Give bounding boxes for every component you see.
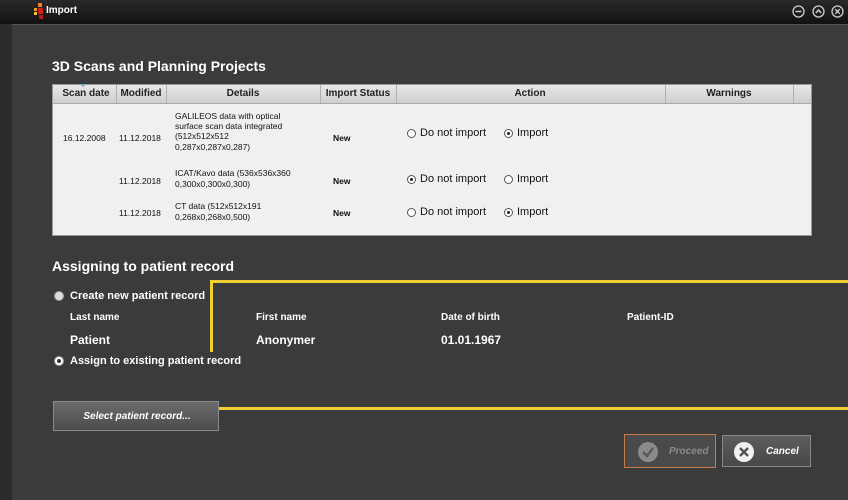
patient-header-last-name: Last name xyxy=(70,312,120,323)
cell-import-status: New xyxy=(333,208,351,218)
radio-import[interactable] xyxy=(504,208,513,217)
window-title: Import xyxy=(46,5,78,16)
radio-label-do-not-import: Do not import xyxy=(420,173,487,185)
callout-line xyxy=(211,280,848,283)
cell-details-line: (512x512x512 xyxy=(175,131,229,141)
radio-label-import: Import xyxy=(517,173,549,185)
radio-do-not-import[interactable] xyxy=(407,208,416,217)
select-patient-record-label: Select patient record... xyxy=(83,411,191,422)
cell-modified: 11.12.2018 xyxy=(119,208,161,218)
cell-modified: 11.12.2018 xyxy=(119,133,161,143)
cell-details-line: 0,268x0,268x0,500) xyxy=(175,212,251,222)
column-header-warnings[interactable]: Warnings xyxy=(666,88,792,99)
cell-details-line: GALILEOS data with optical xyxy=(175,111,281,121)
column-header-details[interactable]: Details xyxy=(167,88,319,99)
radio-create-new-patient[interactable] xyxy=(54,291,64,301)
patient-header-id: Patient-ID xyxy=(627,312,674,323)
patient-first-name: Anonymer xyxy=(256,333,316,347)
scans-table: Scan date Modified Details Import Status… xyxy=(52,84,812,236)
window-titlebar: Import xyxy=(0,0,848,25)
radio-label-import: Import xyxy=(517,206,549,218)
cell-import-status: New xyxy=(333,133,351,143)
patient-section-title: Assigning to patient record xyxy=(52,258,235,274)
radio-label-create-new-patient: Create new patient record xyxy=(70,290,206,302)
column-header-scan-date[interactable]: Scan date xyxy=(57,88,115,99)
select-patient-record-button[interactable]: Select patient record... xyxy=(53,401,219,431)
cell-details-line: 0,287x0,287x0,287) xyxy=(175,142,251,152)
callout-line xyxy=(219,407,848,410)
scans-section-title: 3D Scans and Planning Projects xyxy=(52,58,266,74)
patient-header-first-name: First name xyxy=(256,312,307,323)
radio-label-do-not-import: Do not import xyxy=(420,127,487,139)
cell-import-status: New xyxy=(333,176,351,186)
minimize-icon[interactable] xyxy=(791,4,805,18)
table-header: Scan date Modified Details Import Status… xyxy=(53,84,811,104)
patient-last-name: Patient xyxy=(70,333,111,347)
radio-do-not-import[interactable] xyxy=(407,129,416,138)
radio-label-assign-existing-patient: Assign to existing patient record xyxy=(70,355,242,367)
collapse-icon[interactable] xyxy=(811,4,825,18)
callout-line xyxy=(210,280,213,352)
cancel-label: Cancel xyxy=(766,446,799,457)
radio-label-do-not-import: Do not import xyxy=(420,206,487,218)
cell-details-line: CT data (512x512x191 xyxy=(175,201,262,211)
cell-details-line: ICAT/Kavo data (536x536x360 xyxy=(175,168,291,178)
radio-import[interactable] xyxy=(504,129,513,138)
app-logo-icon xyxy=(34,3,43,19)
column-header-modified[interactable]: Modified xyxy=(117,88,165,99)
cancel-icon xyxy=(734,442,754,462)
checkmark-icon xyxy=(638,442,658,462)
proceed-button[interactable]: Proceed xyxy=(624,434,716,468)
proceed-label: Proceed xyxy=(669,446,709,457)
close-icon[interactable] xyxy=(830,4,844,18)
patient-header-dob: Date of birth xyxy=(441,312,500,323)
radio-label-import: Import xyxy=(517,127,549,139)
window-frame-left xyxy=(0,24,12,500)
cell-scan-date: 16.12.2008 xyxy=(63,133,106,143)
sort-indicator-icon xyxy=(80,84,86,87)
column-header-import-status[interactable]: Import Status xyxy=(321,88,395,99)
patient-dob: 01.01.1967 xyxy=(441,333,502,347)
radio-do-not-import[interactable] xyxy=(407,175,416,184)
cell-modified: 11.12.2018 xyxy=(119,176,161,186)
radio-import[interactable] xyxy=(504,175,513,184)
radio-assign-existing-patient[interactable] xyxy=(54,356,64,366)
cell-details-line: 0,300x0,300x0,300) xyxy=(175,179,251,189)
column-header-action[interactable]: Action xyxy=(397,88,663,99)
cell-details-line: surface scan data integrated xyxy=(175,121,283,131)
cancel-button[interactable]: Cancel xyxy=(722,435,811,467)
